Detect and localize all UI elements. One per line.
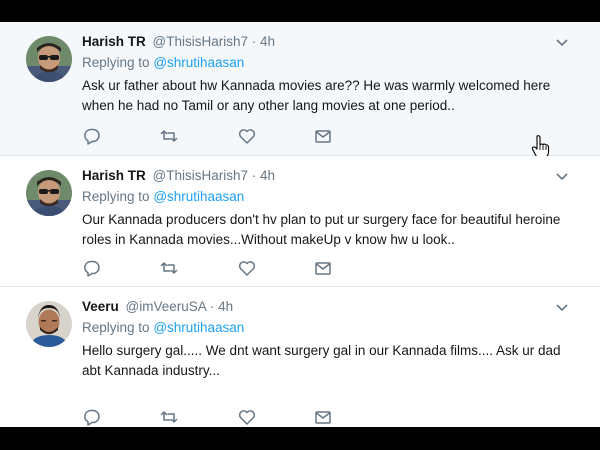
mention-link[interactable]: @shrutihaasan (153, 55, 244, 70)
user-handle[interactable]: @ThisisHarish7 (153, 168, 248, 183)
mention-link[interactable]: @shrutihaasan (153, 189, 244, 204)
display-name[interactable]: Harish TR (82, 168, 146, 183)
retweet-icon[interactable] (159, 407, 179, 427)
tweet-actions (82, 407, 382, 427)
avatar[interactable] (26, 36, 72, 82)
avatar[interactable] (26, 170, 72, 216)
replying-label: Replying to (82, 189, 150, 204)
display-name[interactable]: Veeru (82, 299, 119, 314)
reply-icon[interactable] (82, 258, 102, 278)
tweet[interactable]: Veeru @imVeeruSA · 4h Replying to @shrut… (0, 287, 600, 427)
timestamp[interactable]: 4h (260, 34, 275, 49)
replying-label: Replying to (82, 55, 150, 70)
like-icon[interactable] (237, 126, 257, 146)
chevron-down-icon[interactable] (554, 170, 570, 182)
tweet-header: Harish TR @ThisisHarish7 · 4h (82, 34, 275, 49)
separator: · (251, 34, 257, 49)
replying-to: Replying to @shrutihaasan (82, 55, 244, 70)
separator: · (209, 299, 215, 314)
display-name[interactable]: Harish TR (82, 34, 146, 49)
timestamp[interactable]: 4h (218, 299, 233, 314)
chevron-down-icon[interactable] (554, 301, 570, 313)
separator: · (251, 168, 257, 183)
like-icon[interactable] (237, 407, 257, 427)
tweet-text: Hello surgery gal..... We dnt want surge… (82, 343, 561, 378)
direct-message-icon[interactable] (313, 258, 333, 278)
retweet-icon[interactable] (159, 126, 179, 146)
mention-link[interactable]: @shrutihaasan (153, 320, 244, 335)
tweet[interactable]: Harish TR @ThisisHarish7 · 4h Replying t… (0, 22, 600, 159)
direct-message-icon[interactable] (313, 126, 333, 146)
timeline: Harish TR @ThisisHarish7 · 4h Replying t… (0, 22, 600, 427)
reply-icon[interactable] (82, 407, 102, 427)
direct-message-icon[interactable] (313, 407, 333, 427)
tweet-actions (82, 126, 382, 146)
replying-to: Replying to @shrutihaasan (82, 320, 244, 335)
tweet-header: Veeru @imVeeruSA · 4h (82, 299, 233, 314)
like-icon[interactable] (237, 258, 257, 278)
tweet-text: Our Kannada producers don't hv plan to p… (82, 212, 561, 247)
timestamp[interactable]: 4h (260, 168, 275, 183)
replying-to: Replying to @shrutihaasan (82, 189, 244, 204)
avatar[interactable] (26, 301, 72, 347)
chevron-down-icon[interactable] (554, 36, 570, 48)
replying-label: Replying to (82, 320, 150, 335)
reply-icon[interactable] (82, 126, 102, 146)
tweet-header: Harish TR @ThisisHarish7 · 4h (82, 168, 275, 183)
tweet[interactable]: Harish TR @ThisisHarish7 · 4h Replying t… (0, 156, 600, 287)
retweet-icon[interactable] (159, 258, 179, 278)
tweet-actions (82, 258, 382, 278)
tweet-text: Ask ur father about hw Kannada movies ar… (82, 78, 551, 113)
user-handle[interactable]: @ThisisHarish7 (153, 34, 248, 49)
user-handle[interactable]: @imVeeruSA (126, 299, 207, 314)
